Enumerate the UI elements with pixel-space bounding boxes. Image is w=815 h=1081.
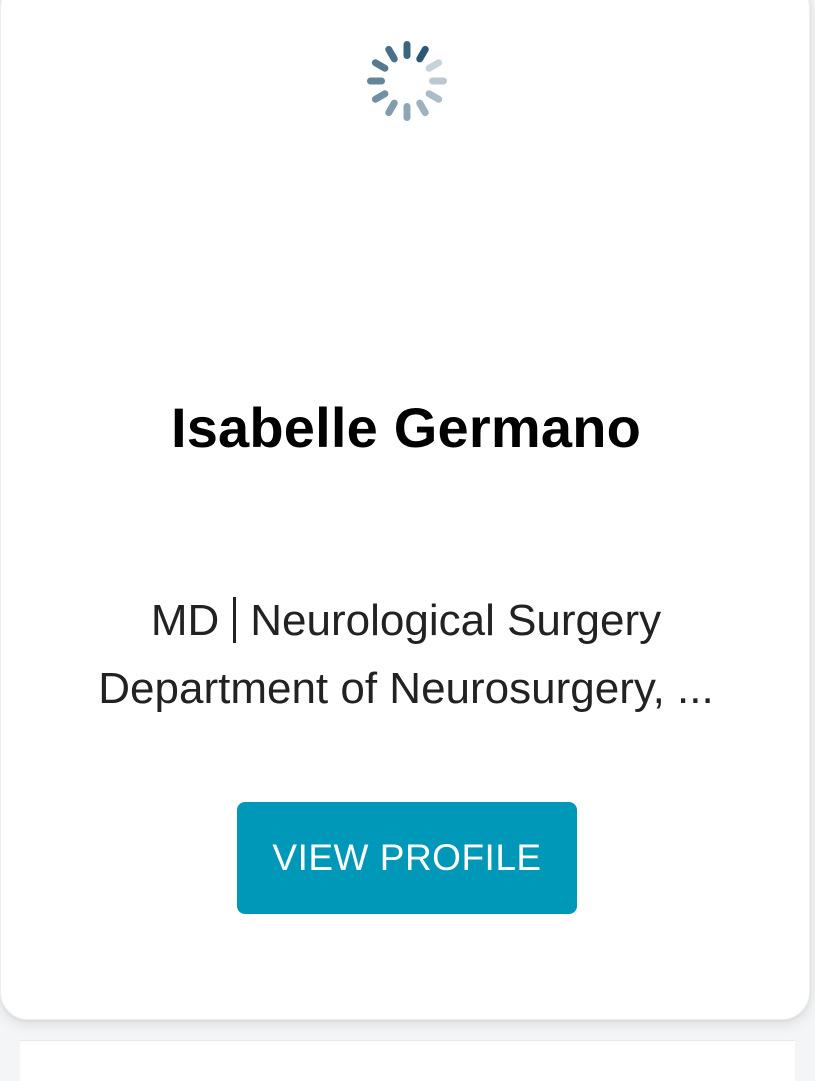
spinner-spoke xyxy=(367,77,385,85)
separator xyxy=(233,597,237,643)
view-profile-button[interactable]: VIEW PROFILE xyxy=(237,802,577,914)
spinner-spoke xyxy=(403,103,411,121)
spinner-spoke xyxy=(416,45,429,63)
spinner-spoke xyxy=(403,41,411,59)
spinner-spoke xyxy=(371,59,389,72)
spinner-spoke xyxy=(371,90,389,103)
spinner-spoke xyxy=(429,77,447,85)
specialty-text: Neurological Surgery xyxy=(250,596,662,645)
spinner-spoke xyxy=(385,45,398,63)
degree-text: MD xyxy=(150,596,220,645)
next-card-edge xyxy=(20,1040,795,1081)
credentials-line: MD Neurological Surgery xyxy=(1,585,811,657)
spinner-spoke xyxy=(425,90,443,103)
spinner-spoke xyxy=(416,99,429,117)
physician-card: Isabelle Germano MD Neurological Surgery … xyxy=(0,0,810,1020)
physician-name: Isabelle Germano xyxy=(170,396,642,459)
spinner-spoke xyxy=(385,99,398,117)
spinner-spoke xyxy=(425,59,443,72)
loading-spinner-icon xyxy=(367,41,447,121)
department-text: Department of Neurosurgery, ... xyxy=(98,664,714,713)
